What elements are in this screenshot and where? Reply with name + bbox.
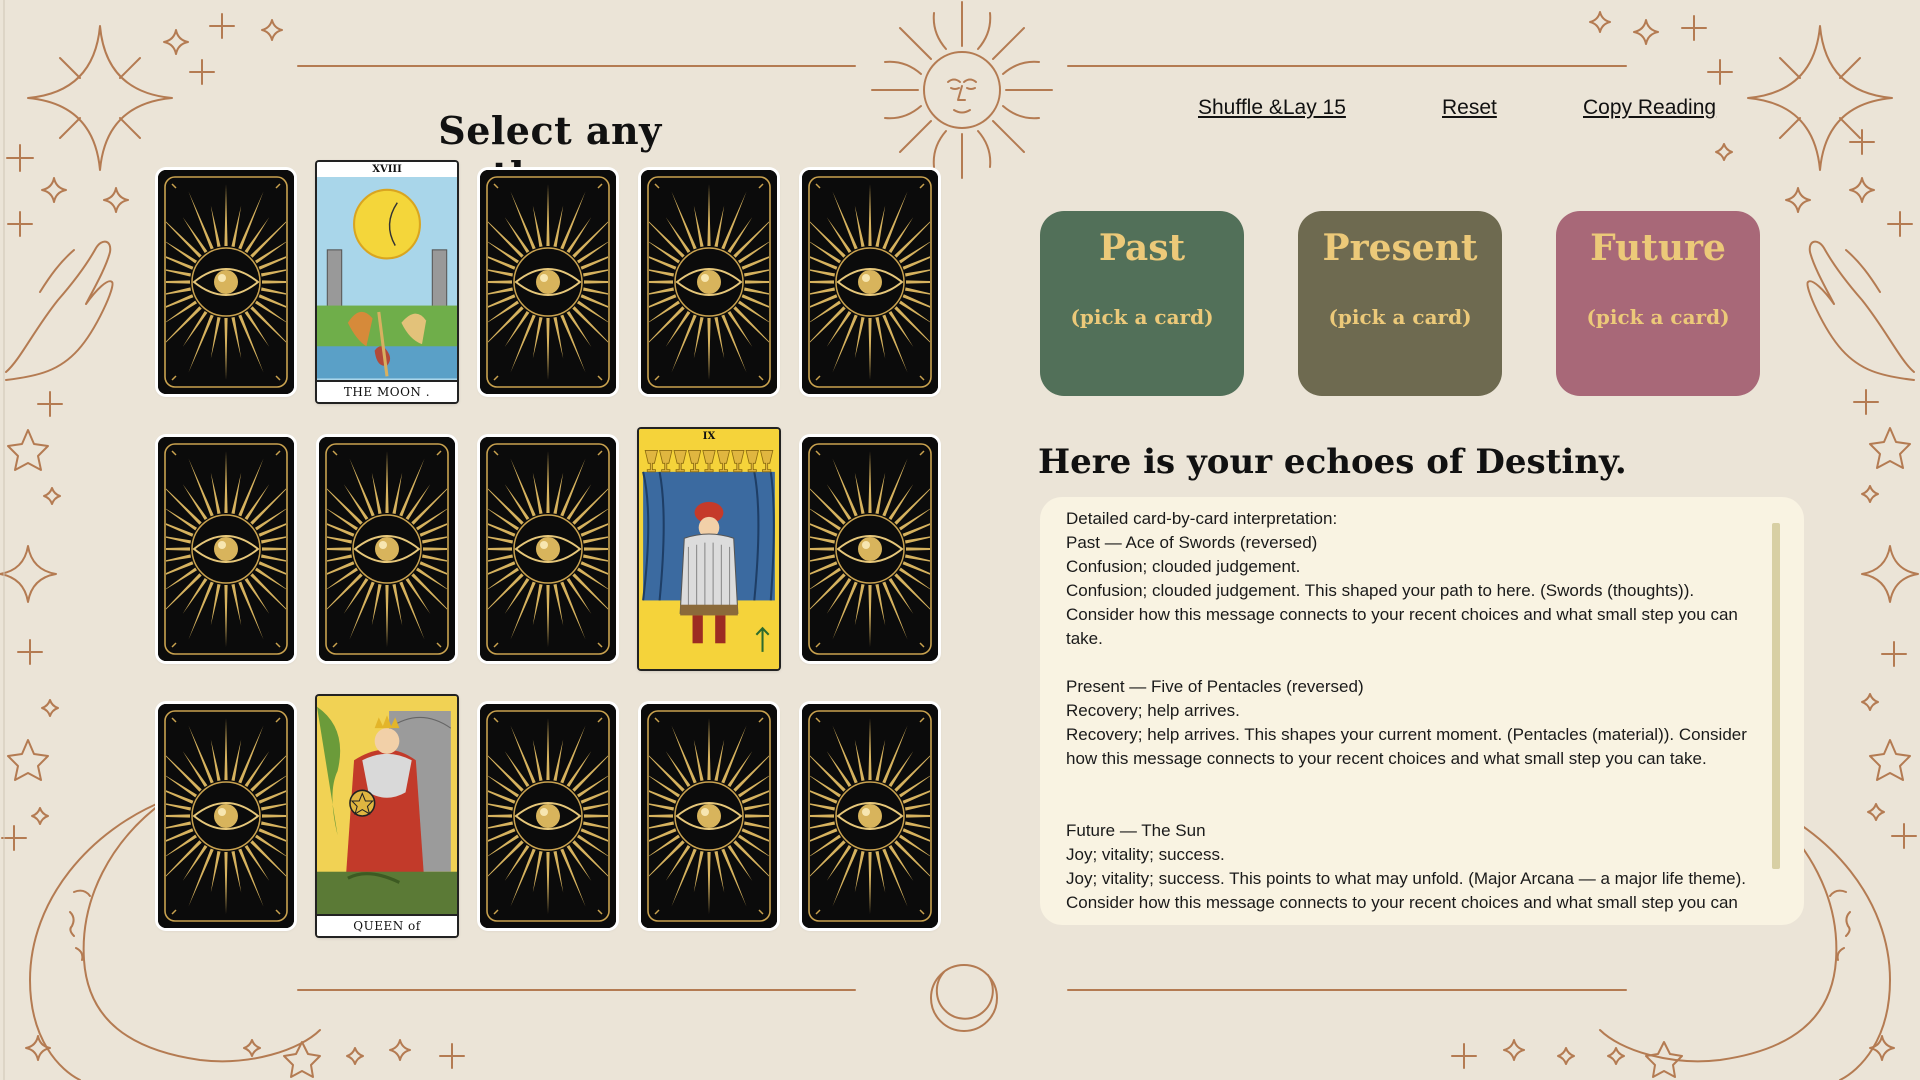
spread-slot-present[interactable]: Present (pick a card): [1298, 211, 1502, 396]
tarot-card-back[interactable]: [802, 437, 938, 661]
tarot-card-back[interactable]: [480, 704, 616, 928]
tarot-card-back[interactable]: [641, 704, 777, 928]
card-name-label: QUEEN of PENTACLES: [317, 914, 457, 936]
card-numeral: IX: [702, 431, 716, 442]
tarot-card-face[interactable]: IX: [639, 429, 779, 669]
spread-slot-title: Future: [1590, 227, 1726, 269]
reading-scrollbar[interactable]: [1772, 523, 1780, 869]
tarot-card-face[interactable]: QUEEN of PENTACLES: [317, 696, 457, 936]
spread-slot-future[interactable]: Future (pick a card): [1556, 211, 1760, 396]
reading-text: Detailed card-by-card interpretation: Pa…: [1066, 509, 1747, 912]
spread-slot-placeholder: (pick a card): [1328, 305, 1472, 329]
card-numeral: XVIII: [372, 164, 402, 175]
spread-slot-title: Present: [1322, 227, 1478, 269]
tarot-card-back[interactable]: [319, 437, 455, 661]
tarot-card-face[interactable]: XVIII THE MOON .: [317, 162, 457, 402]
tarot-card-back[interactable]: [480, 437, 616, 661]
spread-slot-placeholder: (pick a card): [1070, 305, 1214, 329]
reading-panel[interactable]: Detailed card-by-card interpretation: Pa…: [1040, 497, 1804, 925]
tarot-card-back[interactable]: [158, 704, 294, 928]
tarot-card-back[interactable]: [158, 170, 294, 394]
spread-slot-placeholder: (pick a card): [1586, 305, 1730, 329]
reset-button[interactable]: Reset: [1442, 96, 1497, 120]
tarot-card-back[interactable]: [480, 170, 616, 394]
reading-heading: Here is your echoes of Destiny.: [1038, 442, 1627, 482]
tarot-card-back[interactable]: [802, 170, 938, 394]
card-grid: XVIII THE MOON . IX QUEEN of: [158, 162, 938, 950]
toolbar: Shuffle &Lay 15 Reset Copy Reading: [1160, 96, 1720, 126]
spread-slot-past[interactable]: Past (pick a card): [1040, 211, 1244, 396]
tarot-card-back[interactable]: [158, 437, 294, 661]
card-name-label: THE MOON .: [317, 380, 457, 402]
spread-slot-title: Past: [1098, 227, 1186, 269]
copy-reading-button[interactable]: Copy Reading: [1583, 96, 1716, 120]
tarot-card-back[interactable]: [641, 170, 777, 394]
tarot-card-back[interactable]: [802, 704, 938, 928]
shuffle-button[interactable]: Shuffle &Lay 15: [1198, 96, 1346, 120]
